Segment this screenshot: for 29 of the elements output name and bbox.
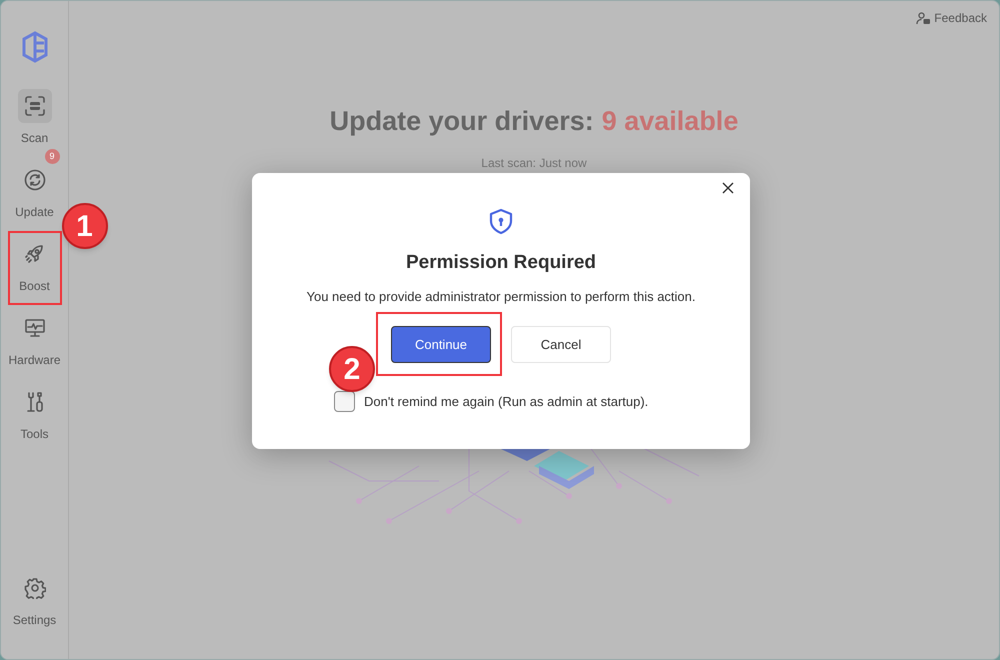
last-scan-text: Last scan: Just now: [481, 154, 587, 172]
shield-lock-icon: [488, 208, 514, 235]
dialog-message: You need to provide administrator permission to perform this action.: [306, 288, 696, 306]
count-badge: 9: [44, 149, 60, 164]
close-icon: [722, 182, 734, 194]
sidebar-item[interactable]: Settings: [8, 569, 62, 633]
sidebar-item[interactable]: Hardware: [8, 309, 62, 373]
refresh-icon: [24, 169, 46, 191]
scan-icon: [24, 95, 46, 117]
gear-icon: [24, 577, 46, 599]
checkbox[interactable]: [334, 391, 355, 412]
feedback-link[interactable]: Feedback: [915, 9, 988, 27]
monitor-icon: [24, 317, 46, 339]
dialog-title: Permission Required: [406, 251, 596, 275]
close-button[interactable]: [720, 180, 736, 196]
sidebar-item[interactable]: Tools: [8, 383, 62, 447]
sidebar-item[interactable]: Scan: [8, 87, 62, 151]
step-number-badge: 1: [62, 203, 108, 249]
rocket-icon: [24, 243, 46, 265]
sidebar-item[interactable]: Update: [8, 161, 62, 225]
app-logo-icon: [22, 31, 48, 63]
continue-button[interactable]: Continue: [391, 326, 491, 363]
remind-checkbox[interactable]: Don't remind me again (Run as admin at startup).: [334, 391, 648, 412]
step-number-badge: 2: [329, 346, 375, 392]
sidebar-item[interactable]: Boost: [8, 235, 62, 299]
feedback-icon: [916, 10, 932, 26]
available-count: 9 available: [602, 105, 738, 138]
page-title: Update your drivers:: [330, 105, 594, 138]
cancel-button[interactable]: Cancel: [511, 326, 611, 363]
